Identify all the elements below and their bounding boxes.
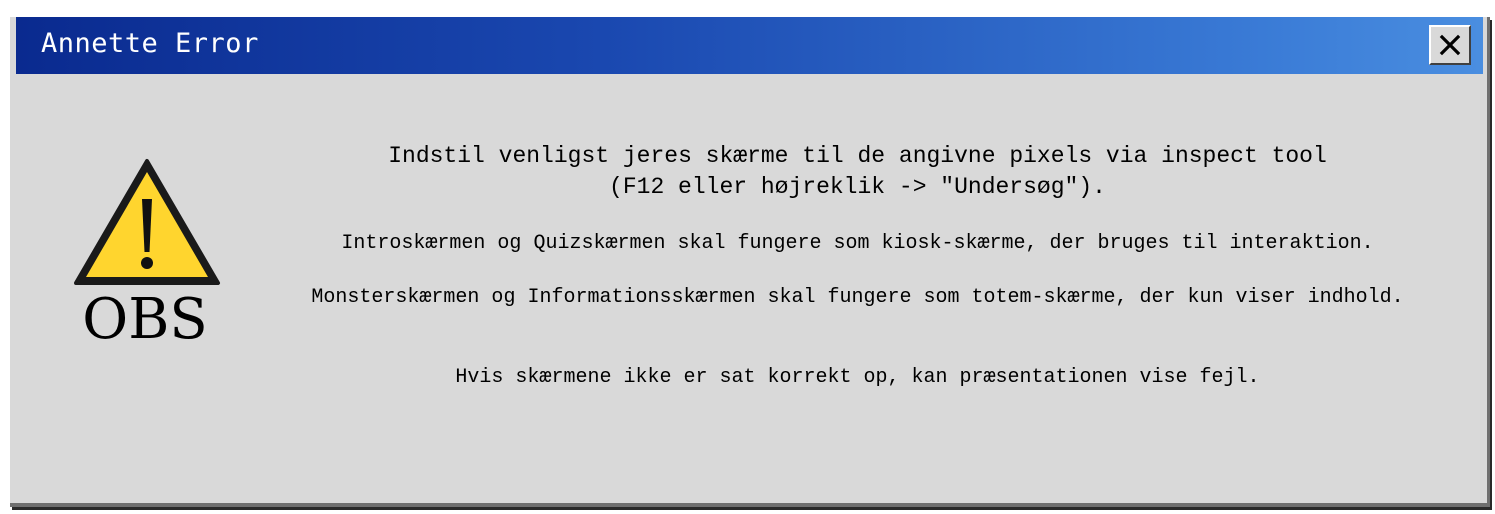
main-message-line-1: Indstil venligst jeres skærme til de ang…	[388, 143, 1327, 169]
warning-message: Hvis skærmene ikke er sat korrekt op, ka…	[455, 366, 1260, 389]
error-dialog: Annette Error OBS Indstil venligst jeres…	[10, 17, 1490, 507]
close-icon	[1439, 34, 1461, 56]
window-title: Annette Error	[41, 28, 259, 59]
kiosk-screens-message: Introskærmen og Quizskærmen skal fungere…	[341, 232, 1374, 255]
alert-label: OBS	[82, 287, 208, 352]
totem-screens-message: Monsterskærmen og Informationsskærmen sk…	[311, 286, 1404, 309]
title-bar[interactable]: Annette Error	[16, 17, 1483, 74]
warning-triangle-icon	[74, 159, 220, 285]
main-message: Indstil venligst jeres skærme til de ang…	[240, 141, 1475, 203]
close-button[interactable]	[1429, 25, 1471, 65]
main-message-line-2: (F12 eller højreklik -> "Undersøg").	[609, 174, 1106, 200]
